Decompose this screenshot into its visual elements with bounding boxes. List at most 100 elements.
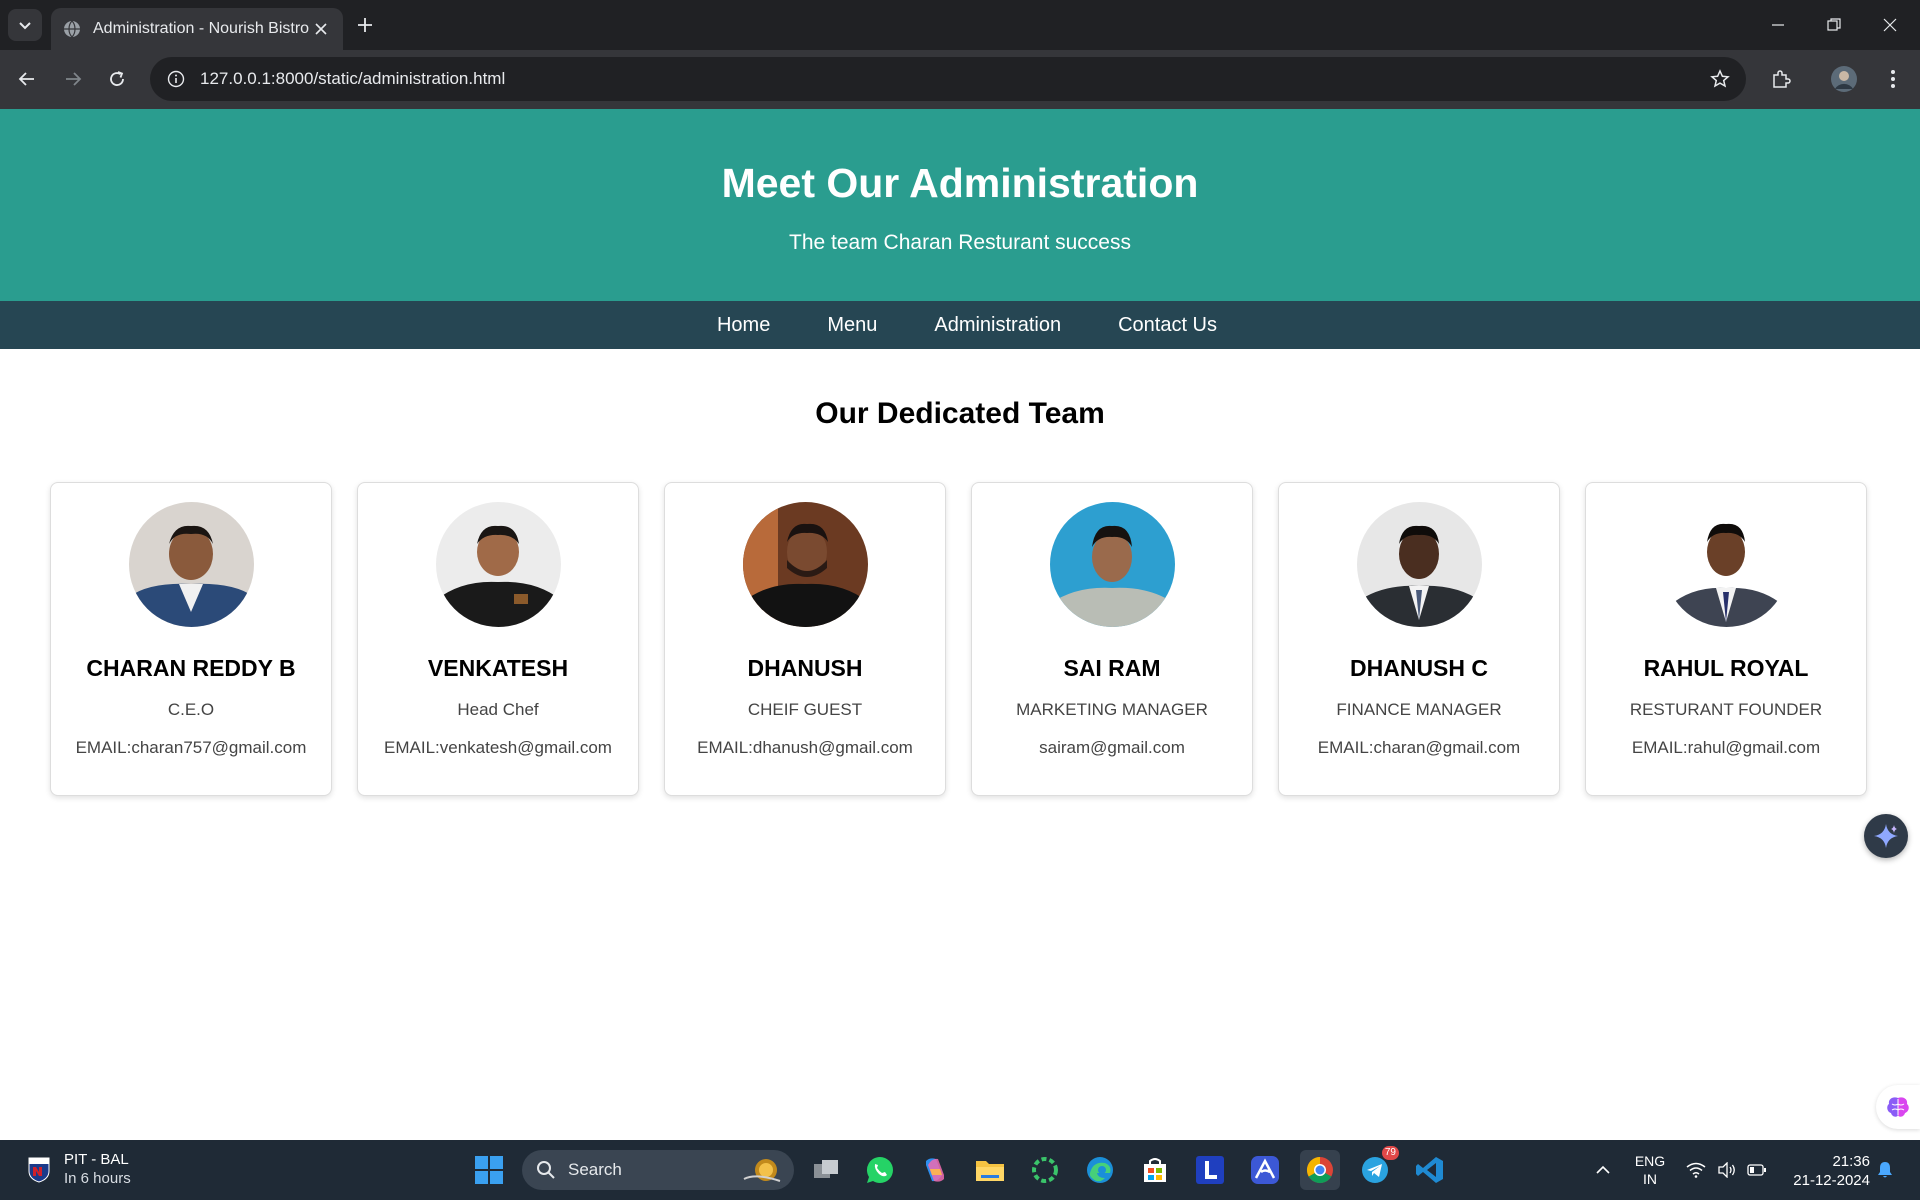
member-photo xyxy=(1663,502,1789,627)
browser-menu-button[interactable] xyxy=(1876,62,1910,96)
lang-line-1: ENG xyxy=(1634,1153,1666,1169)
notifications-button[interactable] xyxy=(1872,1140,1898,1200)
member-role: CHEIF GUEST xyxy=(747,700,863,719)
member-email: EMAIL:rahul@gmail.com xyxy=(1631,738,1821,757)
member-email: EMAIL:charan@gmail.com xyxy=(1317,738,1521,757)
nav-link-contact[interactable]: Contact Us xyxy=(1118,314,1217,337)
battery-icon xyxy=(1747,1164,1766,1176)
site-info-button[interactable] xyxy=(154,57,198,101)
member-photo xyxy=(1049,502,1175,627)
nav-link-administration[interactable]: Administration xyxy=(934,314,1061,337)
edge-icon xyxy=(1087,1157,1113,1183)
edge-app[interactable] xyxy=(1080,1150,1120,1190)
hero-header: Meet Our Administration The team Charan … xyxy=(0,109,1920,301)
plus-icon xyxy=(358,18,372,32)
browser-tab-strip: Administration - Nourish Bistro xyxy=(0,0,1920,50)
close-icon xyxy=(1883,18,1897,32)
tab-search-button[interactable] xyxy=(8,9,42,41)
store-app[interactable] xyxy=(1135,1150,1175,1190)
lang-line-2: IN xyxy=(1643,1171,1657,1187)
minimize-icon xyxy=(1772,24,1784,26)
arc-app[interactable] xyxy=(1245,1150,1285,1190)
l-app[interactable] xyxy=(1190,1150,1230,1190)
nav-link-home[interactable]: Home xyxy=(717,314,770,337)
member-photo xyxy=(435,502,561,627)
speaker-icon xyxy=(1718,1162,1735,1178)
tab-close-button[interactable] xyxy=(311,19,331,39)
url-text[interactable]: 127.0.0.1:8000/static/administration.htm… xyxy=(200,69,505,89)
minimize-button[interactable] xyxy=(1750,0,1806,50)
clock-time: 21:36 xyxy=(1832,1153,1870,1170)
chevron-down-icon xyxy=(19,22,31,30)
page-title: Meet Our Administration xyxy=(721,160,1199,206)
tab-title: Administration - Nourish Bistro xyxy=(93,20,310,37)
telegram-app[interactable]: 79 xyxy=(1355,1146,1399,1190)
info-icon xyxy=(167,70,185,88)
browser-toolbar: 127.0.0.1:8000/static/administration.htm… xyxy=(0,50,1920,109)
profile-avatar-icon xyxy=(1831,66,1857,92)
system-clock[interactable]: 21:36 21-12-2024 xyxy=(1780,1152,1870,1190)
forward-button[interactable] xyxy=(56,62,90,96)
extensions-button[interactable] xyxy=(1764,62,1798,96)
ai-assistant-button[interactable] xyxy=(1864,814,1908,858)
member-role: C.E.O xyxy=(167,700,215,719)
chrome-icon xyxy=(1306,1156,1333,1184)
member-photo xyxy=(1356,502,1482,627)
windows-logo-icon xyxy=(475,1156,503,1184)
address-bar[interactable]: 127.0.0.1:8000/static/administration.htm… xyxy=(150,57,1746,101)
taskbar-search[interactable]: Search xyxy=(522,1150,794,1190)
member-photo xyxy=(128,502,254,627)
whatsapp-app[interactable] xyxy=(860,1150,900,1190)
brain-icon xyxy=(1887,1097,1909,1117)
team-grid: CHARAN REDDY B C.E.O EMAIL:charan757@gma… xyxy=(50,482,1867,796)
windows-taskbar: PIT - BAL In 6 hours Search 79 ENG IN 21… xyxy=(0,1140,1920,1200)
arrow-right-icon xyxy=(66,72,82,86)
team-card: SAI RAM MARKETING MANAGER sairam@gmail.c… xyxy=(971,482,1253,796)
team-heading: Our Dedicated Team xyxy=(815,397,1105,430)
team-card: VENKATESH Head Chef EMAIL:venkatesh@gmai… xyxy=(357,482,639,796)
nav-link-menu[interactable]: Menu xyxy=(827,314,877,337)
file-explorer-app[interactable] xyxy=(970,1150,1010,1190)
page-subtitle: The team Charan Resturant success xyxy=(789,231,1131,254)
back-button[interactable] xyxy=(10,62,44,96)
telegram-unread-badge: 79 xyxy=(1381,1146,1399,1160)
active-tab[interactable]: Administration - Nourish Bistro xyxy=(51,8,343,50)
close-icon xyxy=(315,23,327,35)
copilot-app[interactable] xyxy=(915,1150,955,1190)
bookmark-button[interactable] xyxy=(1708,67,1732,91)
member-email: EMAIL:charan757@gmail.com xyxy=(75,738,307,757)
weather-widget[interactable]: PIT - BAL In 6 hours xyxy=(26,1150,131,1188)
star-icon xyxy=(1710,69,1730,88)
puzzle-icon xyxy=(1773,70,1791,88)
new-tab-button[interactable] xyxy=(352,12,378,38)
copilot-icon xyxy=(926,1158,944,1182)
globe-icon xyxy=(64,20,80,38)
restore-button[interactable] xyxy=(1806,0,1862,50)
vscode-icon xyxy=(1416,1157,1443,1183)
search-label: Search xyxy=(568,1160,622,1179)
close-window-button[interactable] xyxy=(1862,0,1918,50)
circular-app[interactable] xyxy=(1025,1150,1065,1190)
member-name: RAHUL ROYAL xyxy=(1643,655,1809,681)
start-button[interactable] xyxy=(469,1150,509,1190)
volume-status[interactable] xyxy=(1714,1140,1740,1200)
page-viewport: Meet Our Administration The team Charan … xyxy=(0,109,1920,1140)
reload-button[interactable] xyxy=(100,62,134,96)
task-view-button[interactable] xyxy=(806,1150,846,1190)
member-role: FINANCE MANAGER xyxy=(1336,700,1502,719)
store-icon xyxy=(1144,1158,1166,1182)
profile-avatar[interactable] xyxy=(1827,62,1861,96)
ring-app-icon xyxy=(1032,1157,1058,1183)
wifi-status[interactable] xyxy=(1683,1140,1709,1200)
l-letter-icon xyxy=(1196,1156,1224,1184)
vscode-app[interactable] xyxy=(1410,1150,1450,1190)
input-language-indicator[interactable]: ENG IN xyxy=(1630,1152,1670,1188)
brain-extension-button[interactable] xyxy=(1876,1085,1920,1129)
member-email: EMAIL:venkatesh@gmail.com xyxy=(384,738,612,757)
show-hidden-icons-button[interactable] xyxy=(1590,1140,1616,1200)
arrow-left-icon xyxy=(18,72,34,86)
chrome-app[interactable] xyxy=(1300,1150,1340,1190)
more-vertical-icon xyxy=(1891,70,1895,88)
team-card: CHARAN REDDY B C.E.O EMAIL:charan757@gma… xyxy=(50,482,332,796)
battery-status[interactable] xyxy=(1744,1140,1770,1200)
